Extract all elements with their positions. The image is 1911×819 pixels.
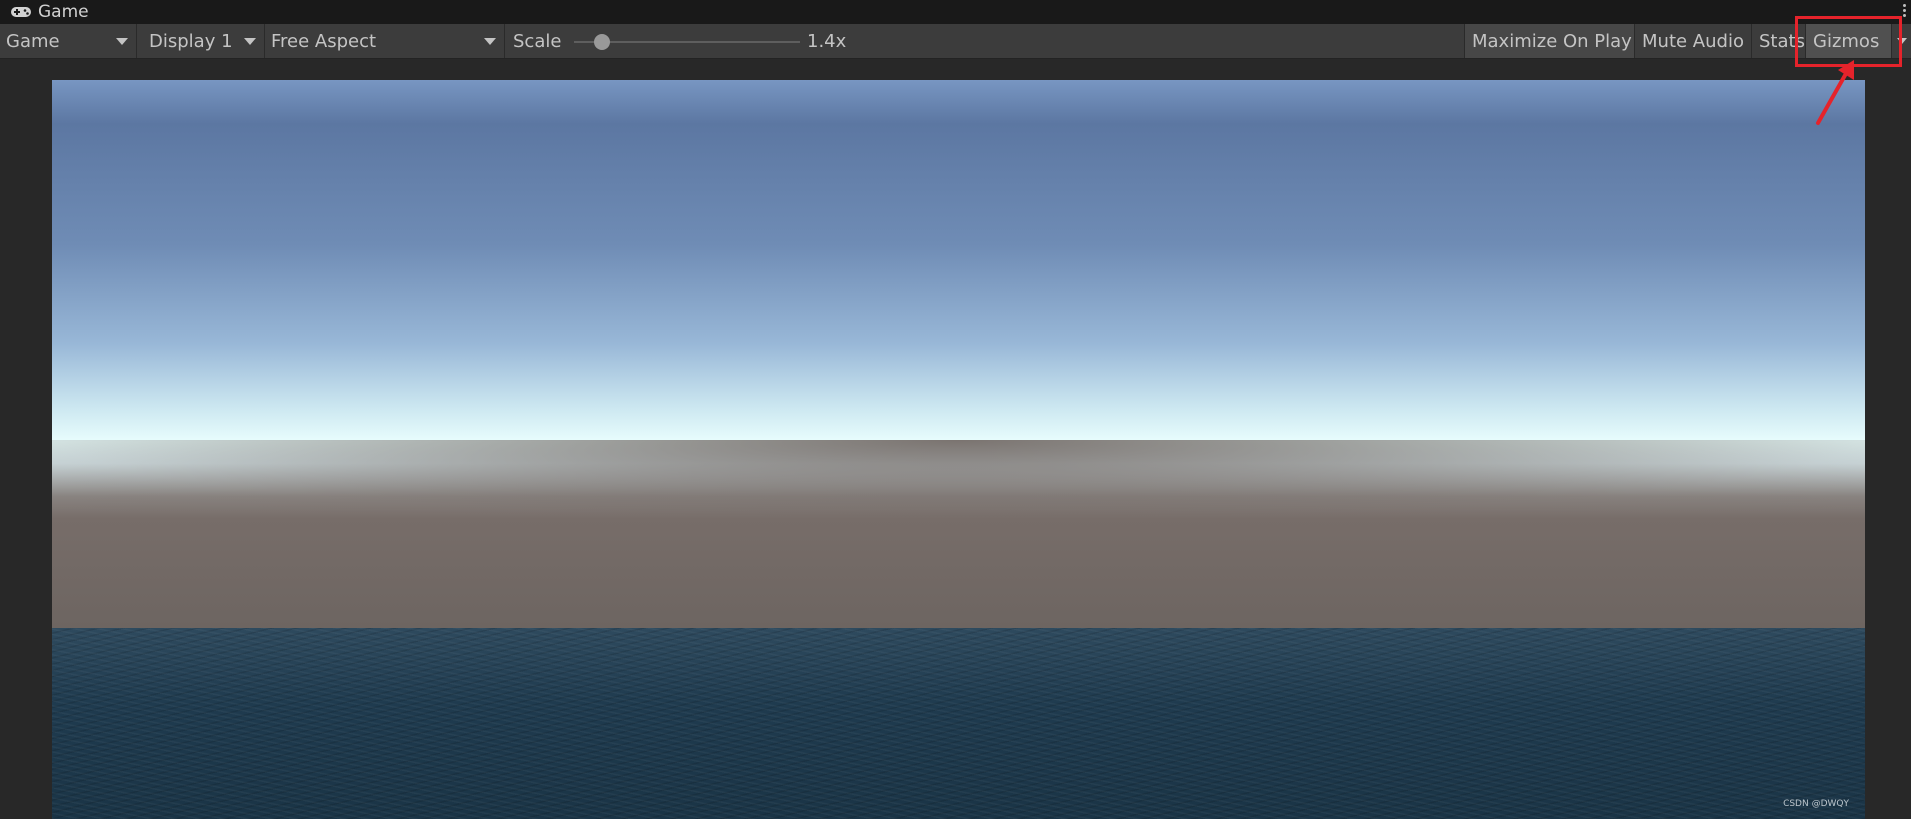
game-viewport[interactable]: CSDN @DWQY [52, 80, 1865, 819]
gizmos-button[interactable]: Gizmos [1805, 24, 1891, 58]
scale-label: Scale [513, 30, 562, 52]
game-tab[interactable]: Game [0, 0, 99, 24]
horizon-haze [52, 440, 1865, 520]
gamepad-icon [10, 5, 32, 19]
chevron-down-icon [116, 38, 128, 45]
display-label: Display 1 [149, 30, 233, 52]
gizmos-dropdown[interactable] [1891, 24, 1911, 58]
maximize-on-play-button[interactable]: Maximize On Play [1464, 24, 1634, 58]
view-mode-label: Game [6, 30, 60, 52]
scale-control: Scale 1.4x [505, 24, 846, 58]
skybox [52, 80, 1865, 628]
kebab-menu-icon[interactable] [1901, 2, 1907, 22]
tab-row: Game [0, 0, 1911, 24]
scale-slider-handle[interactable] [594, 34, 610, 50]
game-window: Game Game Display 1 Free Aspect Scale 1.… [0, 0, 1911, 819]
aspect-label: Free Aspect [271, 30, 377, 52]
watermark: CSDN @DWQY [1783, 799, 1849, 809]
view-mode-dropdown[interactable]: Game [0, 24, 137, 58]
scale-value: 1.4x [807, 30, 847, 52]
chevron-down-icon [1896, 38, 1907, 44]
stats-button[interactable]: Stats [1751, 24, 1805, 58]
display-dropdown[interactable]: Display 1 [137, 24, 265, 58]
aspect-dropdown[interactable]: Free Aspect [265, 24, 505, 58]
ocean-surface [52, 628, 1865, 819]
tab-title: Game [38, 2, 89, 22]
game-toolbar: Game Display 1 Free Aspect Scale 1.4x Ma… [0, 24, 1911, 59]
chevron-down-icon [484, 38, 496, 45]
mute-audio-button[interactable]: Mute Audio [1634, 24, 1751, 58]
chevron-down-icon [244, 38, 256, 45]
